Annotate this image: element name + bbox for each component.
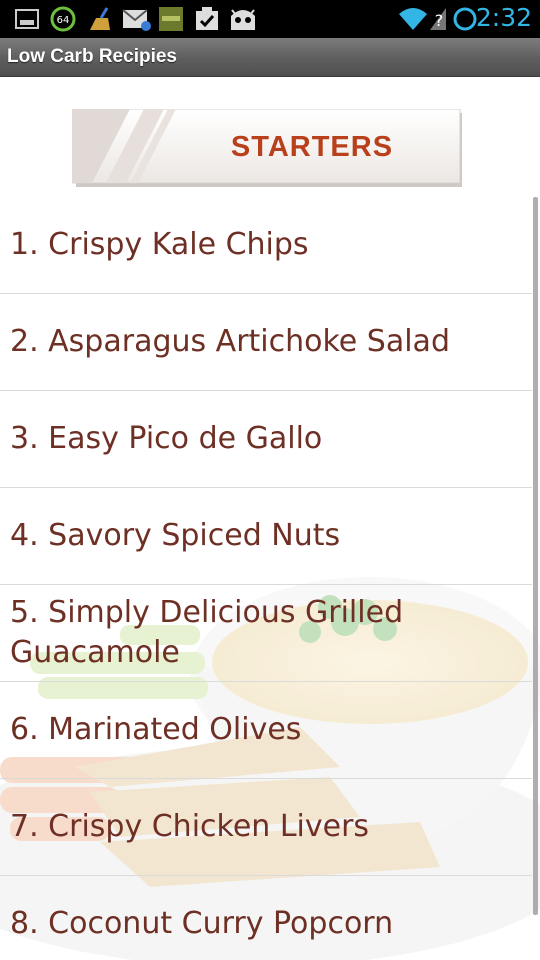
- recipe-title: 7. Crispy Chicken Livers: [10, 809, 370, 844]
- list-item[interactable]: 3. Easy Pico de Gallo: [0, 391, 532, 488]
- list-item[interactable]: 4. Savory Spiced Nuts: [0, 488, 532, 585]
- notification-count: 64: [57, 15, 70, 26]
- status-bar: 64 ? 2:32: [0, 0, 540, 38]
- recipe-list: 1. Crispy Kale Chips 2. Asparagus Artich…: [0, 197, 532, 960]
- cleaner-icon: [90, 7, 110, 30]
- list-item[interactable]: 6. Marinated Olives: [0, 682, 532, 779]
- list-scrollbar[interactable]: [533, 197, 538, 915]
- category-title: STARTERS: [230, 131, 394, 163]
- clock: 2:32: [475, 3, 532, 32]
- sync-circle-icon: [453, 7, 477, 31]
- recipe-title: 5. Simply Delicious Grilled Guacamole: [10, 595, 404, 670]
- recipe-title: 4. Savory Spiced Nuts: [10, 518, 341, 553]
- list-item[interactable]: 7. Crispy Chicken Livers: [0, 779, 532, 876]
- battery-saver-icon: 64: [50, 6, 76, 32]
- svg-text:?: ?: [435, 11, 444, 30]
- gmail-icon: [122, 9, 151, 31]
- no-sim-icon: ?: [430, 8, 446, 30]
- app-title: Low Carb Recipies: [7, 46, 177, 67]
- task-check-icon: [196, 7, 218, 30]
- screenshot-icon: [15, 9, 39, 29]
- list-item[interactable]: 8. Coconut Curry Popcorn: [0, 876, 532, 960]
- app-thumbnail-icon: [159, 7, 183, 31]
- android-icon: [231, 9, 255, 30]
- recipe-title: 6. Marinated Olives: [10, 712, 302, 747]
- list-item[interactable]: 1. Crispy Kale Chips: [0, 197, 532, 294]
- list-item[interactable]: 2. Asparagus Artichoke Salad: [0, 294, 532, 391]
- recipe-title: 2. Asparagus Artichoke Salad: [10, 324, 450, 359]
- recipe-title: 1. Crispy Kale Chips: [10, 227, 309, 262]
- list-item[interactable]: 5. Simply Delicious Grilled Guacamole: [0, 585, 532, 682]
- category-banner: STARTERS: [71, 108, 464, 189]
- recipe-title: 3. Easy Pico de Gallo: [10, 421, 323, 456]
- app-title-bar: Low Carb Recipies: [0, 38, 540, 77]
- wifi-icon: [399, 8, 427, 30]
- recipe-title: 8. Coconut Curry Popcorn: [10, 906, 394, 941]
- recipe-list-screen: STARTERS 1. Crispy Kale Chips 2. Asparag…: [0, 77, 540, 960]
